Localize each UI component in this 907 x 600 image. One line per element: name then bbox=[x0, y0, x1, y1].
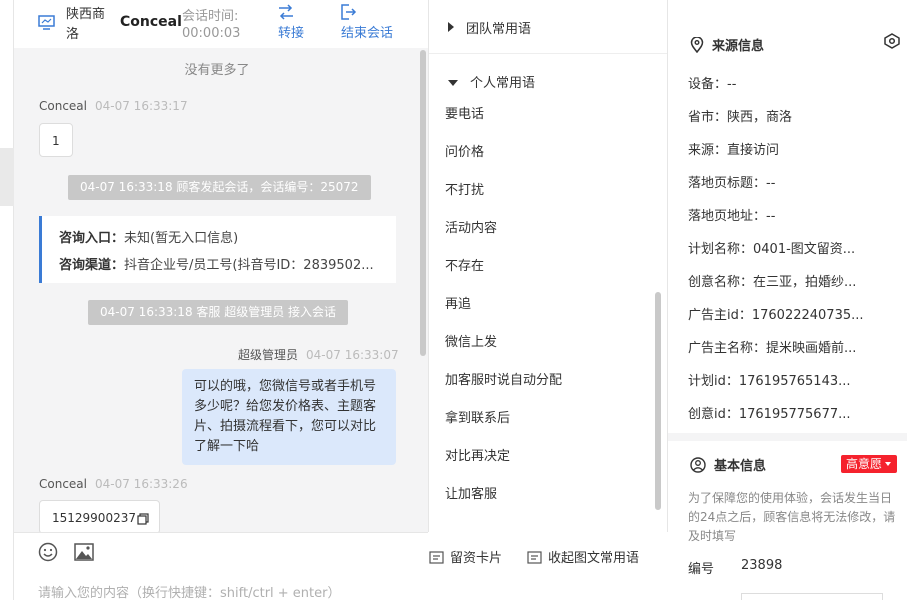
phrase-item[interactable]: 让加客服 bbox=[445, 483, 497, 502]
source-info-label: 来源信息 bbox=[712, 39, 765, 54]
team-phrases-label: 团队常用语 bbox=[466, 22, 532, 37]
phrase-item[interactable]: 拿到联系后 bbox=[445, 407, 510, 426]
quick-phrases-panel: 团队常用语 个人常用语 要电话 问价格 不打扰 活动内容 不存在 再追 微信上发… bbox=[428, 0, 668, 532]
customer-info-panel: 来源信息 设备：-- 省市：陕西，商洛 来源：直接访问 落地页标题：-- 落地页… bbox=[668, 0, 907, 600]
session-time-value: 00:00:03 bbox=[182, 26, 241, 41]
phrase-item[interactable]: 微信上发 bbox=[445, 331, 497, 350]
card-icon bbox=[429, 551, 444, 564]
phrase-item[interactable]: 对比再决定 bbox=[445, 445, 510, 464]
emoji-icon[interactable] bbox=[38, 542, 58, 562]
consult-entry-row: 咨询入口：未知(暂无入口信息) bbox=[59, 225, 396, 252]
left-edge-highlight bbox=[0, 148, 14, 206]
system-message: 04-07 16:33:18 顾客发起会话，会话编号：25072 bbox=[68, 175, 371, 200]
phrase-item[interactable]: 活动内容 bbox=[445, 217, 497, 236]
personal-phrases-group[interactable]: 个人常用语 bbox=[448, 72, 535, 91]
consult-entry-key: 咨询入口： bbox=[59, 231, 125, 246]
system-message: 04-07 16:33:18 客服 超级管理员 接入会话 bbox=[88, 300, 349, 325]
source-field-advertiser-name: 广告主名称：提米映画婚前... bbox=[688, 341, 857, 356]
phrase-item[interactable]: 不存在 bbox=[445, 255, 484, 274]
source-field-landing-url: 落地页地址：-- bbox=[688, 209, 776, 224]
phrase-item[interactable]: 不打扰 bbox=[445, 179, 484, 198]
source-field-origin: 来源：直接访问 bbox=[688, 143, 780, 158]
phrase-item[interactable]: 加客服时说自动分配 bbox=[445, 369, 562, 388]
edit-notice: 为了保障您的使用体验，会话发生当日的24点之后，顾客信息将无法修改，请及时填写 bbox=[688, 491, 896, 543]
phrase-item[interactable]: 问价格 bbox=[445, 141, 484, 160]
basic-info-title: 基本信息 bbox=[690, 455, 766, 474]
sender-name: Conceal bbox=[39, 99, 87, 113]
logout-icon bbox=[341, 4, 357, 20]
source-field-advertiser-id: 广告主id：176022240735... bbox=[688, 308, 864, 323]
chat-input-area: 留资卡片 收起图文常用语 请输入您的内容（换行快捷键：shift/ctrl + … bbox=[14, 532, 639, 600]
group-divider bbox=[429, 53, 667, 54]
monitor-icon bbox=[38, 15, 55, 30]
intent-level-dropdown[interactable]: 高意愿 bbox=[841, 455, 898, 473]
caret-right-icon bbox=[448, 22, 454, 32]
message-meta: 超级管理员 04-07 16:33:07 bbox=[238, 346, 399, 363]
team-phrases-group[interactable]: 团队常用语 bbox=[448, 18, 531, 37]
message-input[interactable]: 请输入您的内容（换行快捷键：shift/ctrl + enter） bbox=[38, 582, 341, 600]
lead-card-button[interactable]: 留资卡片 bbox=[429, 547, 502, 566]
next-field-input[interactable] bbox=[741, 593, 883, 600]
source-field-creative-name: 创意名称：在三亚，拍婚纱... bbox=[688, 275, 857, 290]
number-value: 23898 bbox=[741, 558, 783, 573]
source-field-plan-id: 计划id：176195765143... bbox=[688, 374, 851, 389]
chat-scrollbar[interactable] bbox=[420, 50, 426, 356]
collapse-phrases-button[interactable]: 收起图文常用语 bbox=[527, 547, 639, 566]
message-time: 04-07 16:33:26 bbox=[95, 477, 188, 491]
chat-header: 陕西商洛 Conceal 会话时间: 00:00:03 转接 结束会话 bbox=[14, 0, 428, 48]
user-circle-icon bbox=[690, 457, 706, 473]
sender-name: Conceal bbox=[39, 477, 87, 491]
message-meta: Conceal 04-07 16:33:26 bbox=[39, 477, 188, 491]
source-field-city: 省市：陕西，商洛 bbox=[688, 110, 793, 125]
message-time: 04-07 16:33:07 bbox=[306, 348, 399, 362]
end-session-label: 结束会话 bbox=[341, 26, 394, 41]
consult-channel-value: 抖音企业号/员工号(抖音号ID：2839502... bbox=[124, 258, 374, 273]
intent-level-label: 高意愿 bbox=[846, 457, 883, 471]
consult-channel-row: 咨询渠道：抖音企业号/员工号(抖音号ID：2839502... bbox=[59, 252, 396, 279]
basic-info-label: 基本信息 bbox=[714, 459, 767, 474]
left-edge-strip bbox=[0, 0, 14, 600]
copy-icon[interactable] bbox=[137, 512, 149, 525]
end-session-button[interactable]: 结束会话 bbox=[341, 4, 393, 41]
source-field-creative-id: 创意id：176195775677... bbox=[688, 407, 851, 422]
phrase-item[interactable]: 要电话 bbox=[445, 103, 484, 122]
chat-panel: 陕西商洛 Conceal 会话时间: 00:00:03 转接 结束会话 没有更多… bbox=[14, 0, 639, 600]
list-icon bbox=[527, 551, 542, 564]
consult-entry-value: 未知(暂无入口信息) bbox=[124, 231, 239, 246]
no-more-history: 没有更多了 bbox=[184, 63, 250, 78]
customer-name: Conceal bbox=[120, 14, 182, 30]
chat-messages[interactable]: 没有更多了 Conceal 04-07 16:33:17 1 04-07 16:3… bbox=[14, 48, 428, 532]
section-divider bbox=[668, 433, 907, 441]
consult-info-card: 咨询入口：未知(暂无入口信息) 咨询渠道：抖音企业号/员工号(抖音号ID：283… bbox=[39, 216, 396, 283]
caret-down-icon bbox=[885, 462, 892, 466]
customer-message: 1 bbox=[39, 123, 73, 157]
caret-down-icon bbox=[448, 80, 458, 86]
eye-icon[interactable] bbox=[883, 33, 901, 49]
phrase-item[interactable]: 再追 bbox=[445, 293, 471, 312]
collapse-phrases-label: 收起图文常用语 bbox=[548, 551, 640, 566]
source-field-landing-title: 落地页标题：-- bbox=[688, 176, 776, 191]
customer-message: 15129900237 bbox=[39, 500, 160, 532]
sender-name: 超级管理员 bbox=[238, 348, 299, 362]
lead-card-label: 留资卡片 bbox=[450, 551, 503, 566]
session-time-label: 会话时间: bbox=[182, 9, 239, 24]
phone-number-text: 15129900237 bbox=[52, 511, 136, 525]
image-icon[interactable] bbox=[74, 543, 94, 561]
source-field-plan-name: 计划名称：0401-图文留资... bbox=[688, 242, 856, 257]
transfer-icon bbox=[279, 4, 293, 20]
agent-message: 可以的哦，您微信号或者手机号多少呢？给您发价格表、主题客片、拍摄流程看下，您可以… bbox=[182, 369, 396, 465]
message-time: 04-07 16:33:17 bbox=[95, 99, 188, 113]
consult-channel-key: 咨询渠道： bbox=[59, 258, 125, 273]
customer-location: 陕西商洛 bbox=[66, 7, 106, 42]
personal-phrases-label: 个人常用语 bbox=[470, 76, 536, 91]
transfer-label: 转接 bbox=[278, 26, 305, 41]
number-label: 编号 bbox=[688, 562, 715, 577]
transfer-button[interactable]: 转接 bbox=[278, 4, 304, 41]
source-field-device: 设备：-- bbox=[688, 77, 737, 92]
message-meta: Conceal 04-07 16:33:17 bbox=[39, 99, 188, 113]
phrases-scrollbar[interactable] bbox=[655, 292, 661, 510]
location-pin-icon bbox=[690, 36, 704, 54]
source-info-title: 来源信息 bbox=[690, 35, 764, 54]
